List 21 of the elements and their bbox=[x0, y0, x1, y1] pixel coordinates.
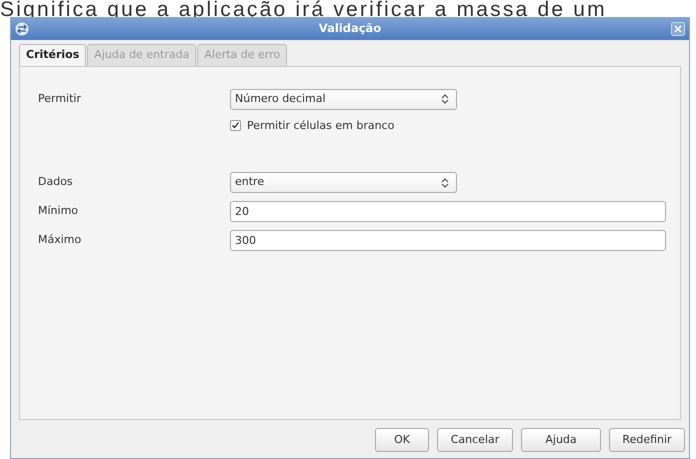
checkbox[interactable] bbox=[230, 120, 241, 132]
dialog-button[interactable]: Cancelar bbox=[437, 428, 513, 452]
close-icon[interactable] bbox=[671, 22, 685, 36]
field-label: Permitir bbox=[38, 90, 82, 107]
app-icon[interactable] bbox=[15, 22, 29, 36]
dropdown[interactable]: Número decimal bbox=[230, 88, 457, 110]
field-label: Dados bbox=[38, 174, 74, 190]
input-field[interactable]: 20 bbox=[230, 201, 666, 222]
background-text: Significa que a aplicação irá verificar a massa de um bbox=[0, 0, 607, 23]
window-title: Validação bbox=[318, 20, 382, 38]
tab[interactable]: Critérios bbox=[19, 44, 86, 66]
dropdown[interactable]: entre bbox=[230, 172, 457, 193]
dialog-button[interactable]: Ajuda bbox=[521, 428, 601, 452]
field-label: Máximo bbox=[38, 232, 82, 248]
spinner-icon bbox=[440, 93, 450, 105]
dialog-button[interactable]: OK bbox=[375, 428, 429, 452]
dialog-button[interactable]: Redefinir bbox=[609, 428, 685, 452]
input-field[interactable]: 300 bbox=[230, 230, 666, 251]
field-label: Mínimo bbox=[38, 203, 80, 220]
spinner-icon bbox=[440, 176, 450, 188]
checkbox-label[interactable]: Permitir células em branco bbox=[247, 118, 394, 134]
